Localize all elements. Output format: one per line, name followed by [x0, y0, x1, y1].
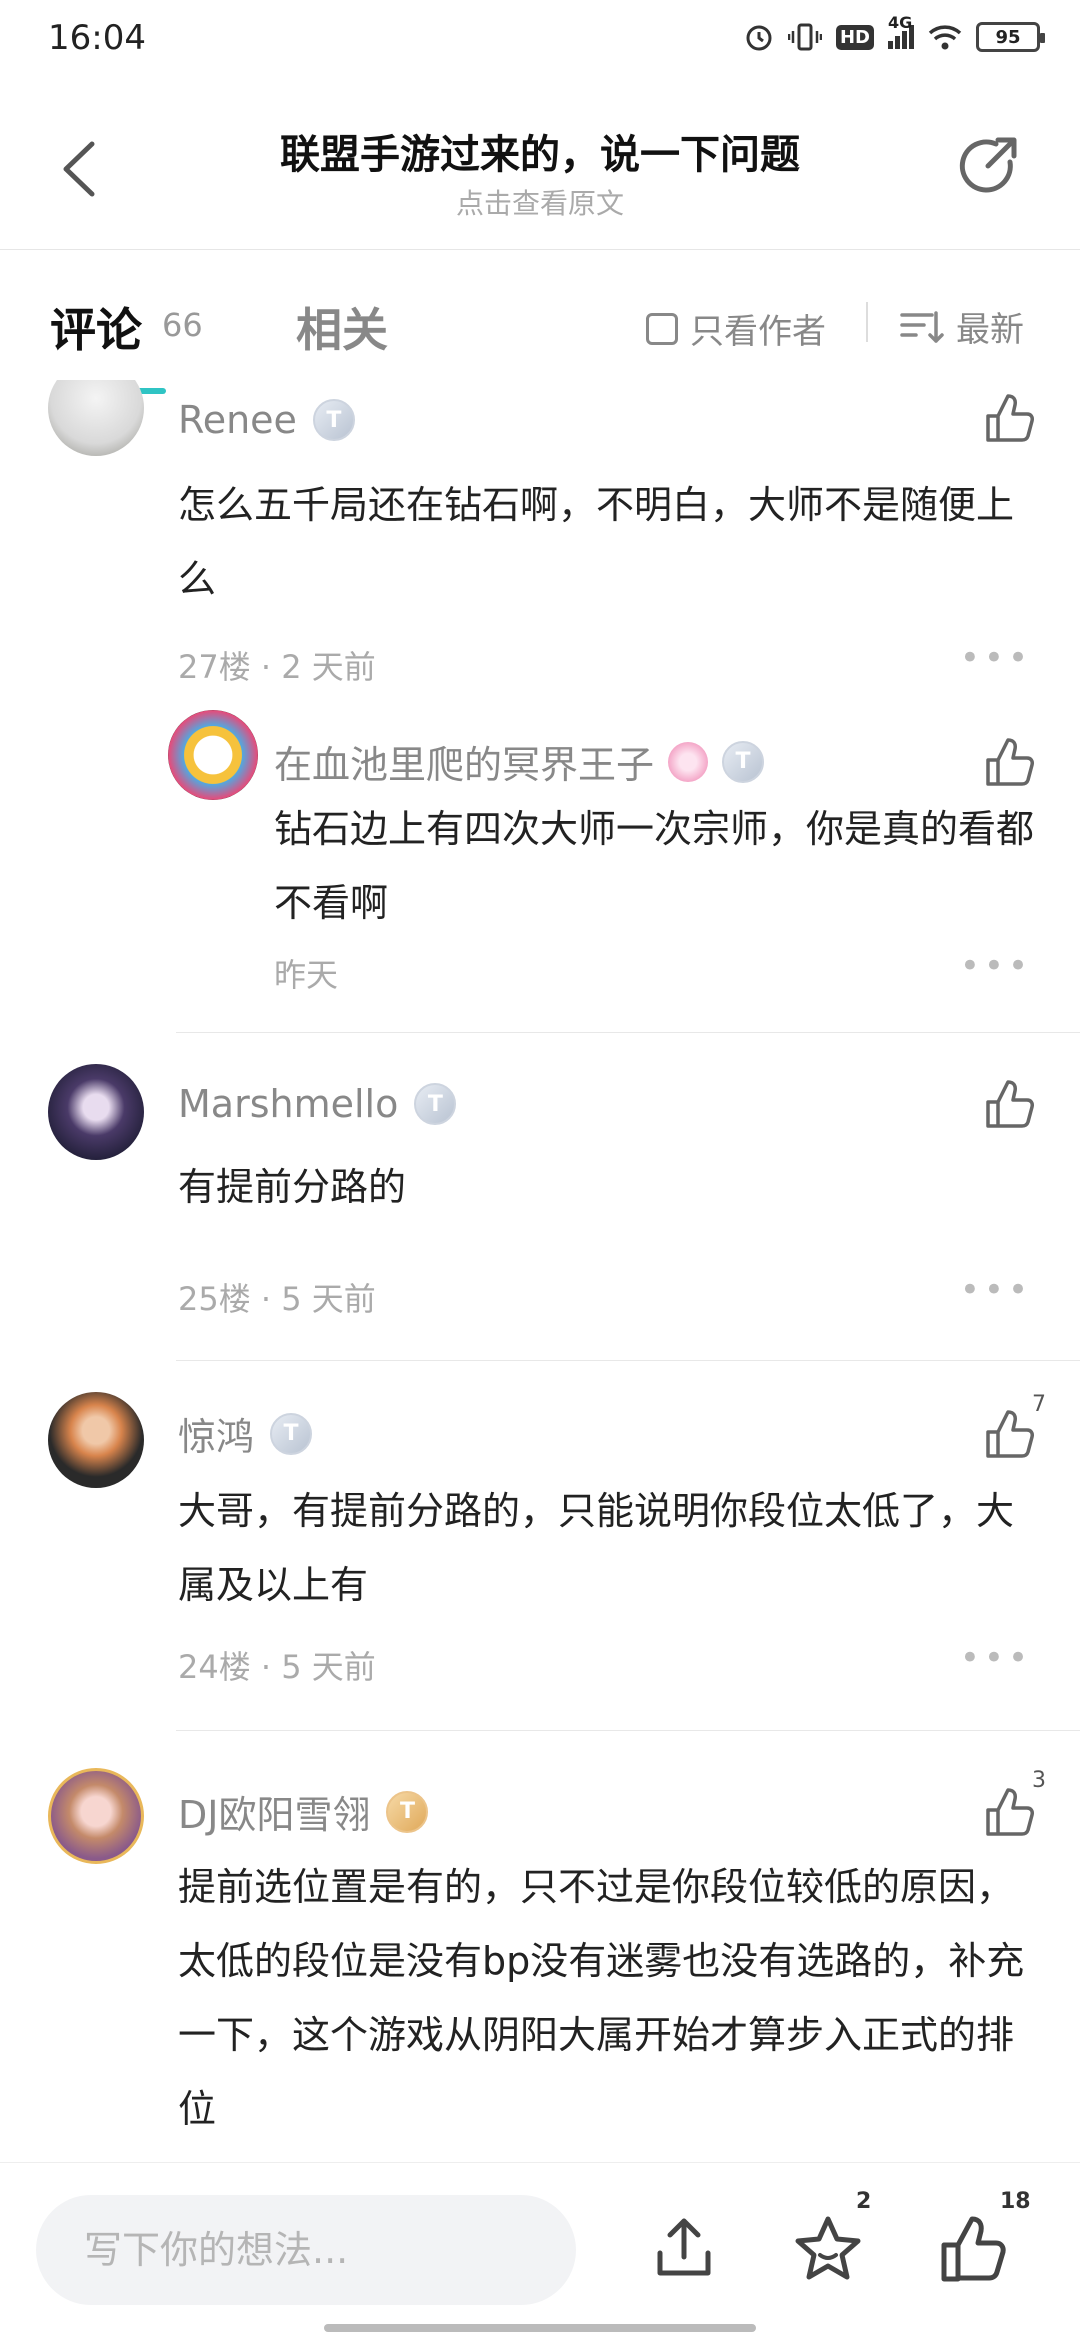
like-count: 3: [1032, 1768, 1046, 1793]
level-badge-icon: T: [386, 1790, 429, 1833]
comment-input[interactable]: [36, 2195, 576, 2305]
status-time: 16:04: [48, 18, 146, 58]
reply-username[interactable]: 在血池里爬的冥界王子: [274, 734, 654, 789]
comment-input-box[interactable]: [36, 2195, 576, 2305]
back-arrow-icon[interactable]: [50, 134, 110, 204]
username[interactable]: Marshmello: [178, 1082, 398, 1126]
comment-author-row: DJ欧阳雪翎 T: [178, 1784, 429, 1839]
share-upload-icon[interactable]: [648, 2213, 720, 2285]
vibrate-icon: [787, 23, 822, 51]
comment-meta: 27楼 · 2 天前: [178, 648, 376, 686]
comment-author-row: Marshmello T: [178, 1082, 457, 1126]
comment-tabs: 评论 66 相关 只看作者 最新: [0, 250, 1080, 394]
bottom-action-bar: 2 18: [0, 2162, 1080, 2340]
post-header: 联盟手游过来的，说一下问题 点击查看原文: [0, 84, 1080, 250]
more-options-icon[interactable]: •••: [960, 1638, 1032, 1678]
more-options-icon[interactable]: •••: [960, 1270, 1032, 1310]
battery-icon: 95: [976, 22, 1045, 52]
avatar[interactable]: [48, 1392, 144, 1488]
like-icon[interactable]: [980, 734, 1036, 790]
favorite-star-icon[interactable]: [792, 2213, 864, 2285]
sort-label: 最新: [956, 310, 1024, 350]
comment-text: 有提前分路的: [178, 1165, 407, 1209]
wifi-icon: [928, 25, 962, 50]
divider: [176, 1730, 1080, 1731]
level-badge-icon: T: [722, 740, 765, 783]
home-indicator[interactable]: [324, 2324, 756, 2332]
reply-author-row: 在血池里爬的冥界王子 T: [274, 734, 765, 789]
network-type: 4G: [888, 13, 913, 32]
level-badge-icon: T: [270, 1412, 313, 1455]
comment-text: 怎么五千局还在钻石啊，不明白，大师不是随便上么: [178, 483, 1015, 601]
comment-author-row: 惊鸿 T: [178, 1406, 313, 1461]
level-badge-icon: T: [312, 399, 355, 441]
comment-list[interactable]: Renee T 怎么五千局还在钻石啊，不明白，大师不是随便上么 27楼 · 2 …: [0, 380, 1080, 2160]
likes-count: 18: [1000, 2189, 1031, 2214]
like-icon[interactable]: [980, 1406, 1036, 1462]
anime-badge-icon: [668, 741, 709, 782]
like-icon[interactable]: [980, 1784, 1036, 1840]
more-options-icon[interactable]: •••: [960, 638, 1032, 678]
reply-text: 钻石边上有四次大师一次宗师，你是真的看都不看啊: [274, 807, 1035, 925]
comment-meta: 24楼 · 5 天前: [178, 1648, 376, 1686]
level-badge-icon: T: [414, 1083, 457, 1125]
tab-related[interactable]: 相关: [296, 294, 388, 360]
username[interactable]: 惊鸿: [178, 1406, 254, 1461]
divider: [176, 1032, 1080, 1033]
view-original-link[interactable]: 点击查看原文: [160, 182, 920, 222]
comments-count: 66: [162, 306, 203, 344]
like-icon[interactable]: [980, 1076, 1036, 1132]
more-options-icon[interactable]: •••: [960, 946, 1032, 986]
divider: [176, 1360, 1080, 1361]
sort-icon: [900, 310, 944, 343]
like-count: 7: [1032, 1392, 1046, 1417]
share-icon[interactable]: [954, 132, 1024, 202]
username[interactable]: Renee: [178, 398, 297, 442]
comment-author-row: Renee T: [178, 398, 355, 442]
like-icon[interactable]: [980, 390, 1036, 446]
only-author-toggle[interactable]: 只看作者: [646, 304, 826, 353]
reply-avatar[interactable]: [168, 710, 258, 800]
hd-icon: HD: [835, 24, 874, 50]
only-author-label: 只看作者: [690, 312, 826, 352]
tab-comments[interactable]: 评论: [50, 294, 142, 360]
post-title[interactable]: 联盟手游过来的，说一下问题: [160, 122, 920, 180]
tab-divider: [866, 302, 868, 342]
status-icons: HD 4G 95: [744, 13, 1045, 52]
checkbox-icon[interactable]: [646, 312, 678, 345]
comment-meta: 25楼 · 5 天前: [178, 1280, 376, 1318]
comment-text: 提前选位置是有的，只不过是你段位较低的原因，太低的段位是没有bp没有迷雾也没有选…: [178, 1865, 1025, 2131]
avatar[interactable]: [48, 1768, 144, 1864]
comment-text: 大哥，有提前分路的，只能说明你段位太低了，大属及以上有: [178, 1489, 1015, 1607]
avatar[interactable]: [48, 380, 144, 456]
username[interactable]: DJ欧阳雪翎: [178, 1784, 370, 1839]
reply-meta: 昨天: [274, 956, 339, 994]
favorites-count: 2: [856, 2189, 872, 2214]
alarm-icon: [746, 25, 772, 51]
like-icon[interactable]: [936, 2213, 1008, 2285]
signal-icon: 4G: [888, 13, 914, 49]
sort-button[interactable]: 最新: [900, 302, 1024, 351]
avatar[interactable]: [48, 1064, 144, 1160]
status-bar: 16:04 HD 4G 95: [0, 0, 1080, 84]
